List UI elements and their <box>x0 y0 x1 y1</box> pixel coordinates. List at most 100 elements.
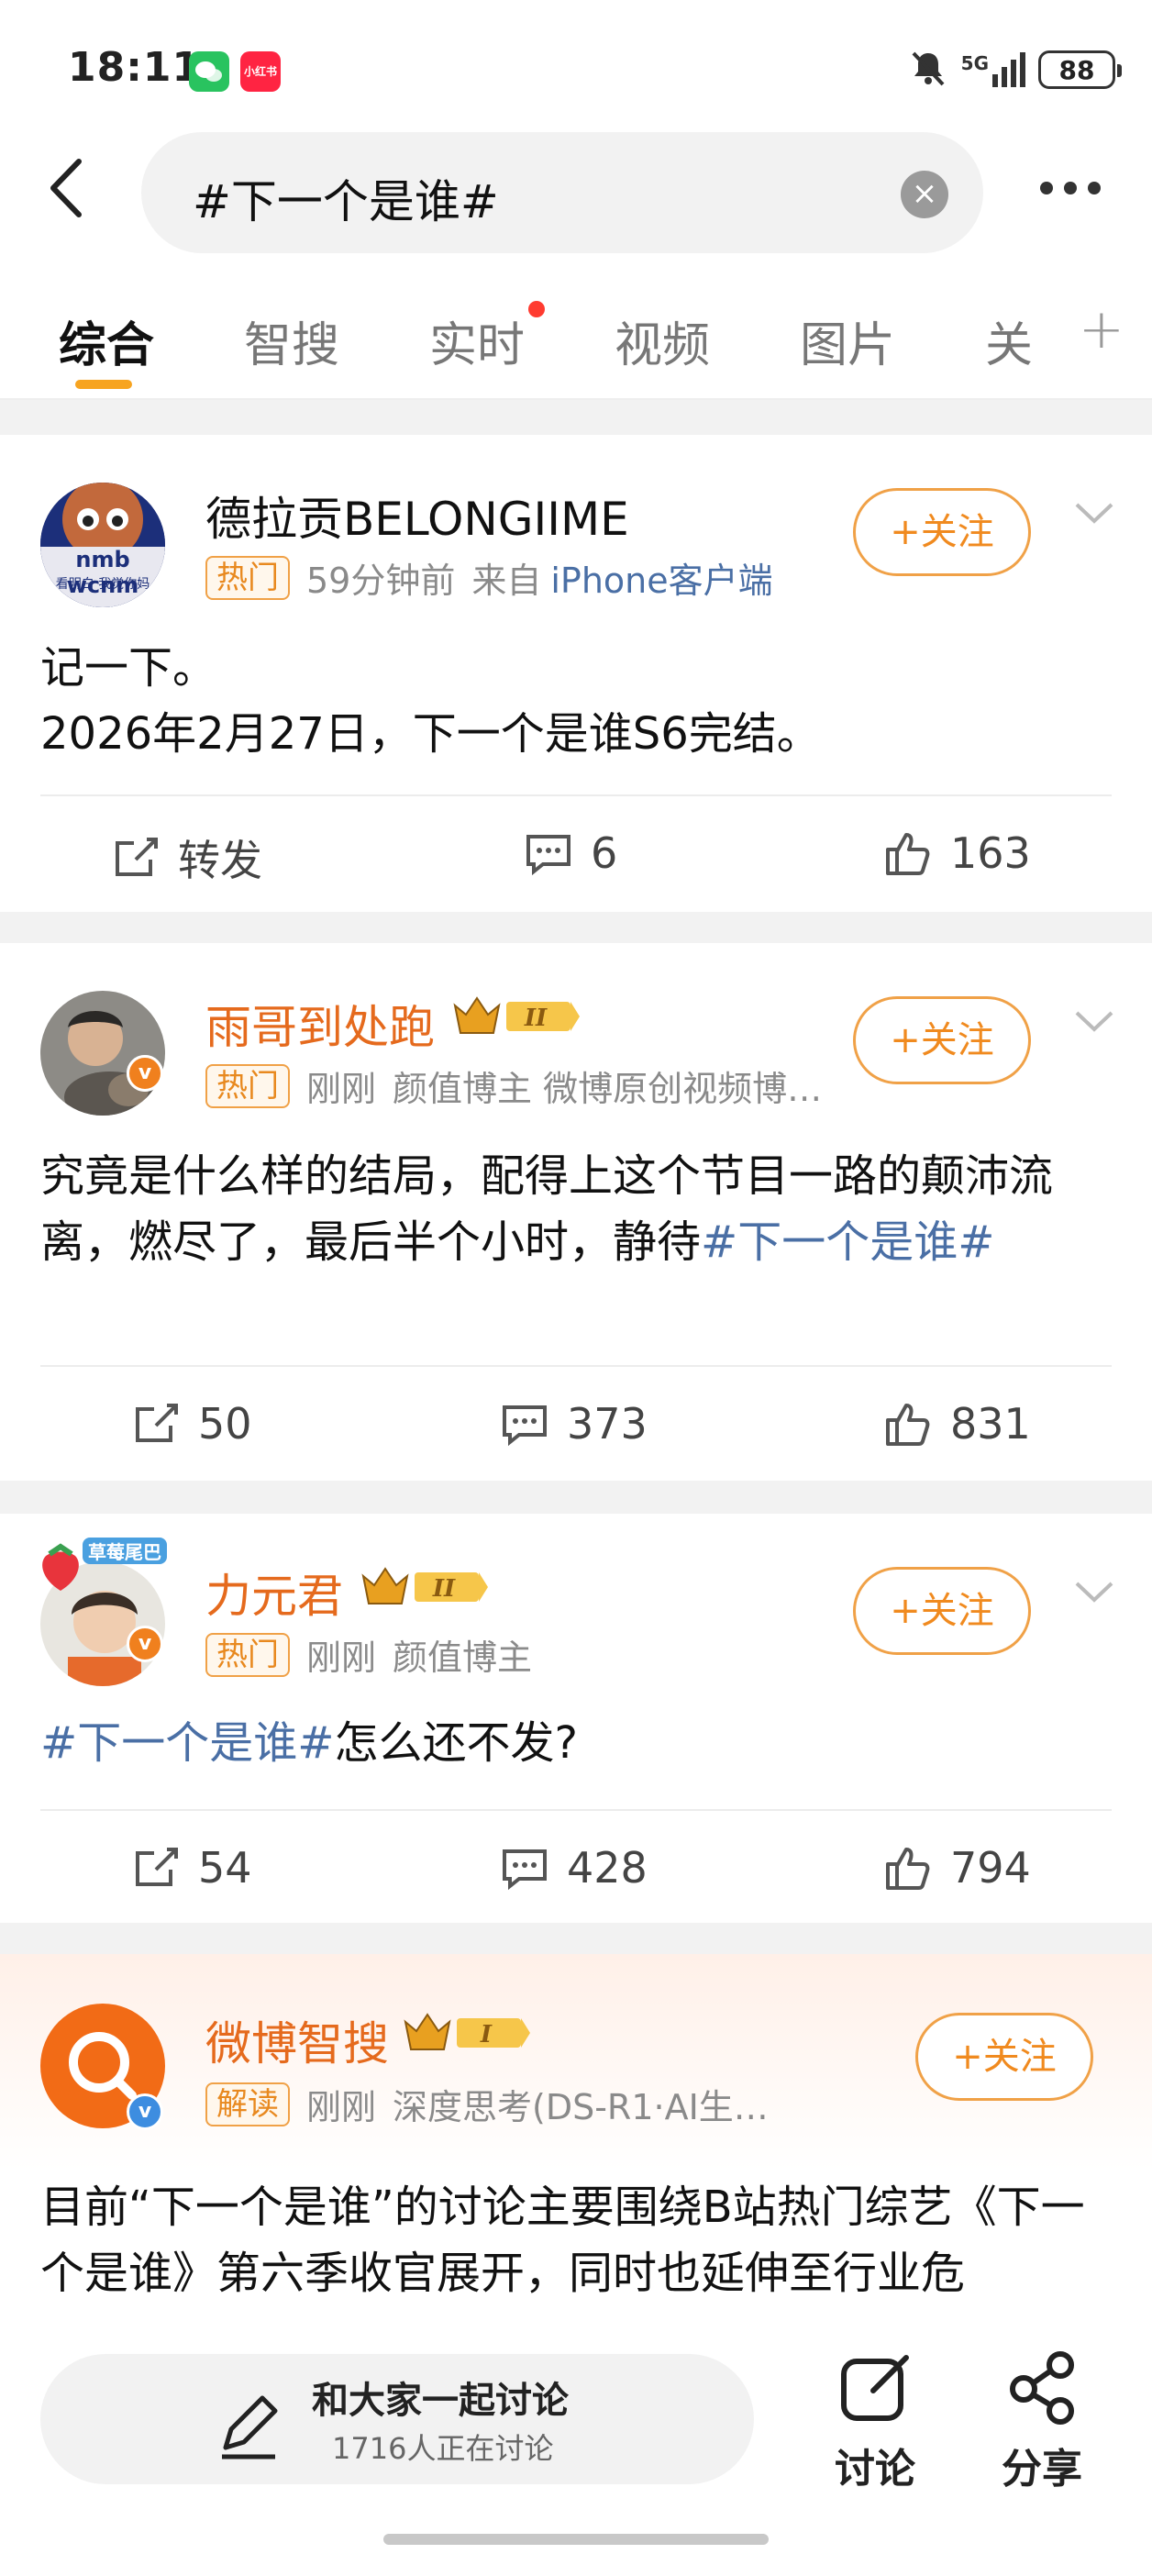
interpretation-tag: 解读 <box>205 2082 290 2126</box>
hashtag-link[interactable]: #下一个是谁# <box>40 1717 334 1769</box>
post-card: nmb wcnm 看明白 我觉你妈 德拉贡BELONGIIME 热门 59分钟前… <box>0 435 1152 912</box>
tab-realtime[interactable]: 实时 <box>429 306 525 375</box>
share-icon <box>116 838 158 876</box>
author-name[interactable]: 雨哥到处跑 <box>205 991 435 1057</box>
like-button[interactable]: 163 <box>882 827 1031 879</box>
edit-square-icon <box>841 2355 909 2421</box>
divider <box>40 1809 1112 1811</box>
comment-count: 373 <box>567 1399 648 1449</box>
discuss-button[interactable]: 讨论 <box>820 2348 930 2494</box>
follow-button[interactable]: +关注 <box>853 488 1031 576</box>
comment-button[interactable]: 373 <box>499 1398 648 1449</box>
comment-button[interactable]: 428 <box>499 1842 648 1893</box>
post-time: 刚刚 <box>306 1638 377 1678</box>
like-count: 163 <box>950 828 1031 878</box>
comment-icon <box>526 835 570 876</box>
like-button[interactable]: 831 <box>882 1398 1031 1449</box>
ai-model-description: 深度思考(DS-R1·AI生… <box>393 2087 769 2127</box>
back-icon[interactable] <box>42 156 97 220</box>
more-options-icon[interactable] <box>1040 182 1101 194</box>
repost-count: 50 <box>198 1399 252 1449</box>
avatar[interactable] <box>40 991 165 1116</box>
verified-badge-icon: v <box>127 1626 163 1662</box>
thumbs-up-icon <box>886 833 930 875</box>
author-description: 颜值博主 <box>393 1638 533 1678</box>
bottom-bar: 和大家一起讨论 1716人正在讨论 讨论 分享 <box>0 2330 1152 2576</box>
share-icon <box>136 1404 178 1442</box>
clear-icon[interactable]: × <box>901 171 948 218</box>
share-nodes-icon <box>1010 2351 1074 2425</box>
comment-count: 6 <box>591 828 618 878</box>
chevron-down-icon[interactable] <box>1073 1578 1115 1605</box>
like-count: 831 <box>950 1399 1031 1449</box>
wechat-notification-icon <box>189 51 229 92</box>
post-content: #下一个是谁#怎么还不发? <box>40 1710 1112 1776</box>
add-tab-icon[interactable]: + <box>1079 297 1124 361</box>
source-link[interactable]: iPhone客户端 <box>550 552 772 603</box>
pencil-icon <box>215 2393 282 2464</box>
share-label: 分享 <box>1002 2446 1082 2493</box>
mute-bell-icon <box>908 48 948 92</box>
search-input[interactable]: #下一个是谁# × <box>141 132 983 253</box>
avatar-subtext: 看明白 我觉你妈 <box>55 577 150 592</box>
strawberry-sticker-icon <box>33 1543 88 1598</box>
post-time: 刚刚 <box>306 2087 377 2127</box>
author-name[interactable]: 德拉贡BELONGIIME <box>205 483 629 549</box>
author-name[interactable]: 力元君 <box>205 1560 343 1626</box>
tab-images[interactable]: 图片 <box>800 306 895 375</box>
thumbs-up-icon <box>886 1404 930 1446</box>
membership-crown-icon: I <box>404 2011 532 2055</box>
post-meta: 热门 刚刚 颜值博主 微博原创视频博… <box>205 1060 822 1111</box>
follow-button[interactable]: +关注 <box>853 1567 1031 1655</box>
thumbs-up-icon <box>886 1848 930 1890</box>
divider <box>40 1365 1112 1367</box>
signal-5g-icon: 5G <box>961 52 1025 87</box>
source-prefix: 来自 <box>471 561 542 601</box>
like-button[interactable]: 794 <box>882 1842 1031 1893</box>
share-icon <box>136 1848 178 1886</box>
comment-button[interactable]: 6 <box>523 827 617 879</box>
active-tab-indicator <box>75 380 132 389</box>
tab-smart-search[interactable]: 智搜 <box>244 306 339 375</box>
realtime-dot <box>528 301 545 317</box>
tab-comprehensive[interactable]: 综合 <box>59 306 154 375</box>
follow-button[interactable]: +关注 <box>915 2013 1093 2101</box>
network-type: 5G <box>960 52 989 74</box>
membership-crown-icon: II <box>361 1565 490 1609</box>
svg-text:I: I <box>480 2021 493 2049</box>
join-discussion-button[interactable]: 和大家一起讨论 1716人正在讨论 <box>40 2354 754 2484</box>
post-meta: 热门 59分钟前 来自 iPhone客户端 <box>205 552 773 603</box>
chevron-down-icon[interactable] <box>1073 1007 1115 1035</box>
post-card: 草莓尾巴 v 力元君 II 热门 刚刚 颜值博主 +关注 #下一个是谁#怎么还不… <box>0 1514 1152 1923</box>
tab-video[interactable]: 视频 <box>615 306 710 375</box>
membership-crown-icon: II <box>453 994 582 1038</box>
status-bar: 18:11 小红书 5G 88 <box>0 0 1152 138</box>
author-description: 颜值博主 微博原创视频博… <box>393 1069 823 1109</box>
post-time: 59分钟前 <box>306 561 456 601</box>
ai-summary-card: v 微博智搜 I 解读 刚刚 深度思考(DS-R1·AI生… +关注 目前“下一… <box>0 1954 1152 2348</box>
avatar[interactable]: nmb wcnm 看明白 我觉你妈 <box>40 483 165 607</box>
verified-badge-icon: v <box>127 1055 163 1092</box>
tab-follow[interactable]: 关 <box>985 306 1033 375</box>
post-meta: 热门 刚刚 颜值博主 <box>205 1629 532 1680</box>
author-name[interactable]: 微博智搜 <box>205 2007 389 2073</box>
follow-button[interactable]: +关注 <box>853 996 1031 1084</box>
battery-indicator: 88 <box>1038 50 1122 89</box>
repost-button[interactable]: 转发 <box>110 827 262 888</box>
ai-summary-text: 目前“下一个是谁”的讨论主要围绕B站热门综艺《下一个是谁》第六季收官展开，同时也… <box>40 2182 1085 2299</box>
discuss-count: 1716人正在讨论 <box>332 2431 554 2466</box>
search-query: #下一个是谁# <box>193 175 499 228</box>
hashtag-link[interactable]: #下一个是谁# <box>701 1216 994 1268</box>
discuss-title: 和大家一起讨论 <box>312 2380 569 2422</box>
share-button[interactable]: 分享 <box>987 2348 1097 2494</box>
xiaohongshu-notification-icon: 小红书 <box>240 51 281 92</box>
post-text: 怎么还不发? <box>334 1717 578 1769</box>
chevron-down-icon[interactable] <box>1073 499 1115 527</box>
post-actions: 转发 6 163 <box>0 807 1152 899</box>
post-time: 刚刚 <box>306 1069 377 1109</box>
post-content: 记一下。 2026年2月27日，下一个是谁S6完结。 <box>40 635 1112 767</box>
avatar-sticker-text: 草莓尾巴 <box>83 1538 167 1564</box>
home-indicator[interactable] <box>383 2534 769 2545</box>
repost-button[interactable]: 54 <box>130 1842 252 1893</box>
repost-button[interactable]: 50 <box>130 1398 252 1449</box>
